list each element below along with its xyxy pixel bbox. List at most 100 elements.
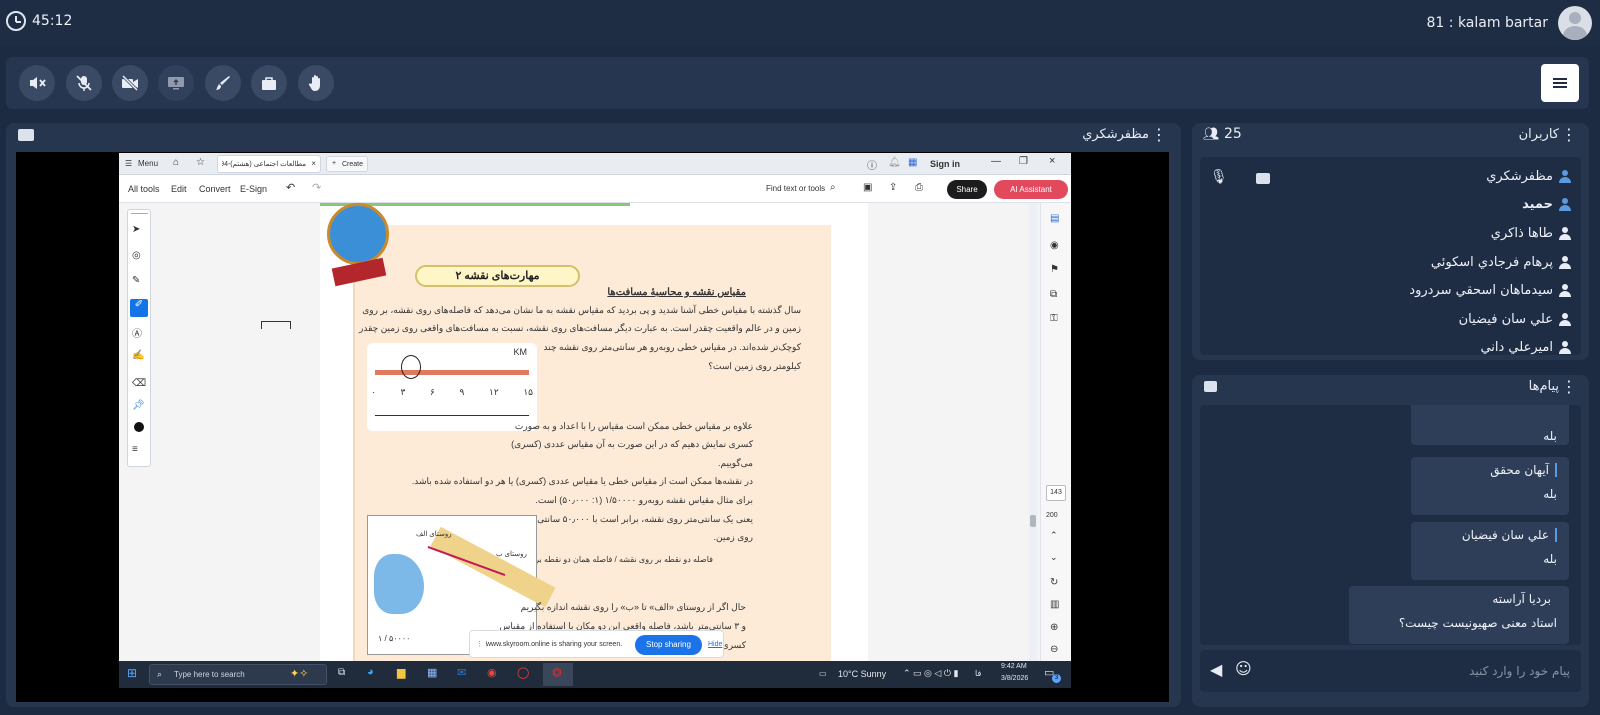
chrome-icon[interactable]: ◉ <box>487 666 497 679</box>
rotate-icon[interactable]: ↻ <box>1050 577 1058 588</box>
acrobat-taskbar-item[interactable]: ⏣ <box>543 663 573 686</box>
menu-icon[interactable]: ☰ <box>125 159 132 168</box>
highlight-pen-icon[interactable]: ✎ <box>132 275 146 289</box>
language-indicator[interactable]: فا <box>975 669 981 678</box>
mic-muted-button[interactable] <box>66 65 102 101</box>
whiteboard-pen-button[interactable] <box>205 65 241 101</box>
search-icon[interactable]: ⌕ <box>830 182 836 193</box>
tray-icons[interactable]: ⌃ ▭ ◎ ◁ ⏻ ▮ <box>903 668 958 679</box>
notification-center[interactable]: ▭ 3 <box>1044 666 1061 683</box>
speaker-muted-button[interactable] <box>19 65 55 101</box>
help-icon[interactable]: ⓘ <box>867 157 877 172</box>
user-row[interactable]: سيدماهان اسحقي سردرود <box>1409 283 1571 298</box>
file-explorer-icon[interactable]: ▆ <box>397 666 405 679</box>
upload-icon[interactable]: ⇪ <box>889 182 897 193</box>
mail-icon[interactable]: ✉ <box>457 666 466 679</box>
edge-browser-icon[interactable]: ◕ <box>367 666 374 678</box>
page-settings-icon[interactable]: ▥ <box>1050 599 1059 610</box>
vertical-scrollbar[interactable] <box>1029 203 1037 671</box>
more-options-icon[interactable]: ⋮ <box>1151 125 1167 144</box>
send-icon[interactable]: ◀ <box>1210 660 1222 679</box>
user-row[interactable]: اميرعلي داني <box>1480 340 1571 355</box>
current-user[interactable]: 81 : kalam bartar <box>1427 6 1592 40</box>
ai-assistant-button[interactable]: AI Assistant <box>994 180 1068 199</box>
users-more-icon[interactable]: ⋮ <box>1561 125 1577 144</box>
menu-button[interactable] <box>1541 64 1579 102</box>
protect-icon[interactable]: ⚿ <box>1050 313 1058 324</box>
avatar[interactable] <box>1558 6 1592 40</box>
speaker-muted-icon <box>30 77 46 89</box>
clock-date[interactable]: 3/8/2026 <box>1001 675 1028 682</box>
scrollbar-thumb[interactable] <box>1030 515 1036 527</box>
text-box-icon[interactable]: Ⓐ <box>132 325 146 340</box>
undo-icon[interactable]: ↶ <box>286 181 295 194</box>
user-row[interactable]: حميد <box>1522 197 1571 212</box>
apps-grid-icon[interactable]: ▦ <box>908 157 917 168</box>
comment-icon[interactable]: ◎ <box>132 250 146 264</box>
eraser-icon[interactable]: ⌫ <box>132 378 146 392</box>
comments-icon[interactable]: ◉ <box>1050 240 1059 251</box>
user-row[interactable]: مظفرشكري <box>1486 169 1571 184</box>
pin-icon[interactable]: 📌︎ <box>132 400 146 414</box>
zoom-value-box[interactable]: 143 <box>1046 485 1066 501</box>
user-row[interactable]: پرهام فرجادي اسكوئي <box>1431 255 1571 270</box>
clock-time[interactable]: 9:42 AM <box>1001 663 1027 670</box>
convert-menu[interactable]: Convert <box>199 184 231 194</box>
opera-icon[interactable]: ◯ <box>517 666 529 679</box>
copy-pages-icon[interactable]: ⧉ <box>1050 289 1057 300</box>
color-dot-icon[interactable] <box>134 422 144 432</box>
print-icon[interactable]: ⎙ <box>915 182 923 193</box>
messages-more-icon[interactable]: ⋮ <box>1561 377 1577 396</box>
bell-icon[interactable]: 🔔︎ <box>888 157 901 168</box>
bag-button[interactable] <box>251 65 287 101</box>
message-list[interactable]: بله آيهان محقق بله علي سان فيضيان بله بر… <box>1200 405 1581 645</box>
restore-icon[interactable]: ❐ <box>1019 156 1028 167</box>
page-thumbnails-icon[interactable]: ▤ <box>1050 213 1059 224</box>
screen-share-icon[interactable] <box>1256 173 1270 184</box>
tab-menu-label[interactable]: Menu <box>138 159 158 168</box>
line-weight-icon[interactable]: ≡ <box>132 444 146 458</box>
all-tools-menu[interactable]: All tools <box>128 184 160 194</box>
close-window-icon[interactable]: × <box>1049 155 1055 167</box>
taskbar-search-box[interactable]: ⌕ Type here to search ✦✧ <box>149 664 327 685</box>
select-cursor-icon[interactable]: ➤ <box>132 224 146 238</box>
find-text-field[interactable]: Find text or tools <box>766 184 825 193</box>
microphone-icon[interactable]: 🎙︎ <box>1210 169 1228 185</box>
task-view-icon[interactable]: ⧉ <box>338 667 345 678</box>
camera-off-button[interactable] <box>112 65 148 101</box>
weather-label[interactable]: 10°C Sunny <box>838 669 886 679</box>
redo-icon[interactable]: ↷ <box>312 181 321 194</box>
emoji-icon[interactable]: ☺ <box>1235 659 1252 678</box>
stop-sharing-button[interactable]: Stop sharing <box>635 635 702 655</box>
hide-link[interactable]: Hide <box>708 641 722 648</box>
raise-hand-button[interactable] <box>298 65 334 101</box>
stamp-icon[interactable]: ✍ <box>132 350 146 364</box>
store-icon[interactable]: ▦ <box>427 666 437 679</box>
share-screen-button[interactable] <box>158 65 194 101</box>
draw-freehand-icon[interactable]: ✐ <box>130 299 148 317</box>
user-row[interactable]: طاها ذاكري <box>1491 226 1571 241</box>
windows-start-icon[interactable]: ⊞ <box>127 666 137 680</box>
bookmark-icon[interactable]: ⚑ <box>1050 264 1059 275</box>
create-tab-button[interactable]: + Create <box>326 156 368 172</box>
chevron-up-icon[interactable]: ⌃ <box>1050 530 1058 541</box>
document-view[interactable]: مهارت‌های نقشه ۲ مقیاس نقشه و محاسبهٔ مس… <box>157 203 1037 671</box>
save-icon[interactable]: ▣ <box>863 182 872 193</box>
edit-menu[interactable]: Edit <box>171 184 187 194</box>
message-input[interactable] <box>1270 660 1570 682</box>
chevron-down-icon[interactable]: ⌄ <box>1050 552 1058 563</box>
zoom-in-icon[interactable]: ⊕ <box>1050 622 1058 633</box>
top-bar: 45:12 81 : kalam bartar <box>0 0 1600 46</box>
close-tab-icon[interactable]: × <box>311 159 316 168</box>
share-button[interactable]: Share <box>947 180 987 199</box>
zoom-out-icon[interactable]: ⊖ <box>1050 644 1058 655</box>
user-row[interactable]: علي سان فيضيان <box>1459 312 1571 327</box>
tab-document[interactable]: مطالعات اجتماعی (هشتم)-94... × <box>217 155 321 173</box>
sign-in-link[interactable]: Sign in <box>930 159 960 169</box>
home-icon[interactable]: ⌂ <box>173 157 179 168</box>
esign-menu[interactable]: E-Sign <box>240 184 267 194</box>
village-a-label: روستای الف <box>416 531 452 538</box>
minimize-icon[interactable]: — <box>991 156 1001 167</box>
screen-share-icon[interactable] <box>18 129 34 141</box>
star-icon[interactable]: ☆ <box>196 157 205 168</box>
